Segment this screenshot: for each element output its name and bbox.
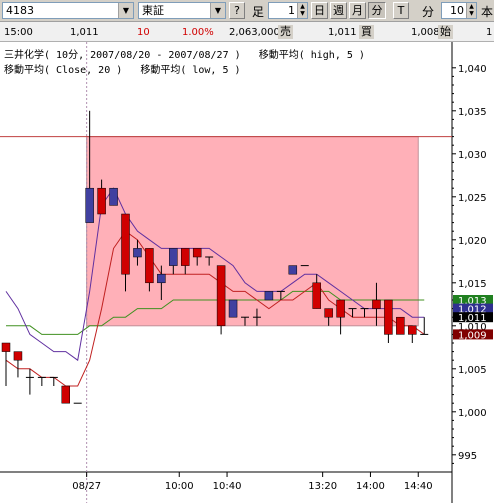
- chevron-down-icon[interactable]: ▼: [118, 3, 133, 18]
- toolbar: 4183 ▼ 東証 ▼ ? 足 1 ▲ ▼ 日 週 月 分 T 分 10 ▲ ▼ 本: [0, 0, 494, 22]
- y-tick-label: 1,040: [458, 64, 487, 75]
- candle-body: [216, 265, 226, 327]
- candle: [13, 351, 23, 378]
- book-label[interactable]: 本: [481, 3, 493, 20]
- y-tick-label: 1,005: [458, 365, 487, 376]
- candle-body: [384, 299, 393, 335]
- y-tick-label: 1,025: [458, 193, 487, 204]
- candle-body: [312, 282, 321, 309]
- candle-body: [181, 248, 190, 266]
- candle-body: [288, 265, 298, 275]
- candle-body: [264, 291, 274, 301]
- help-button[interactable]: ?: [229, 2, 245, 19]
- price-chart[interactable]: 1,040 1,035 1,030 1,025 1,020 1,015 1,010 1,005…: [0, 42, 494, 503]
- price-marker: 1,011: [453, 312, 493, 324]
- candle-body: [61, 385, 70, 404]
- market-value: 東証: [142, 4, 164, 17]
- candle-body: [121, 213, 130, 275]
- candle: [408, 325, 417, 343]
- quote-bar: 15:00 1,011 10 1.00% 2,063,000 売 1,011 買…: [0, 22, 494, 42]
- y-tick-label: 1,035: [458, 107, 487, 118]
- candle: [61, 385, 70, 404]
- candle-body: [372, 299, 381, 309]
- candle-body: [85, 187, 94, 223]
- candle-body: [1, 342, 11, 352]
- y-tick-label: 995: [458, 451, 477, 462]
- candle: [109, 187, 118, 206]
- open-price: 1: [486, 27, 493, 38]
- candle-body: [97, 187, 106, 215]
- y-tick-label: 1,000: [458, 408, 487, 419]
- minute-value: 10: [450, 4, 464, 17]
- price-marker-label: 1,009: [458, 330, 487, 341]
- buy-price: 1,008: [411, 27, 440, 38]
- price-marker: 1,009: [453, 329, 493, 341]
- candle: [384, 299, 393, 343]
- candle: [288, 265, 298, 275]
- legend-line-1: 三井化学( 10分, 2007/08/20 - 2007/08/27 ) 移動平…: [4, 50, 365, 61]
- x-tick-label: 14:40: [404, 481, 433, 492]
- candle-body: [396, 316, 405, 335]
- stock-code-combo[interactable]: 4183 ▼: [2, 2, 134, 19]
- minute-stepper[interactable]: 10 ▲ ▼: [441, 2, 477, 19]
- quote-change: 10: [137, 27, 150, 38]
- x-axis: 08/27 10:00 10:40 13:20 14:00 14:40: [72, 472, 433, 492]
- candle-body: [13, 351, 23, 361]
- spin-arrows-icon[interactable]: ▲ ▼: [466, 3, 476, 18]
- candle-body: [133, 248, 142, 258]
- candle-body: [324, 308, 333, 318]
- period-value: 1: [288, 4, 295, 17]
- ashi-label: 足: [252, 5, 265, 19]
- candle: [396, 316, 405, 335]
- chevron-down-icon[interactable]: ▼: [210, 3, 225, 18]
- minute-label: 分: [422, 5, 435, 19]
- day-button[interactable]: 日: [311, 2, 328, 19]
- quote-price: 1,011: [70, 27, 99, 38]
- x-tick-label: 13:20: [308, 481, 337, 492]
- x-tick-label: 14:00: [356, 481, 385, 492]
- month-button[interactable]: 月: [349, 2, 366, 19]
- candle-body: [336, 299, 345, 318]
- candle: [228, 299, 238, 318]
- candle: [1, 342, 11, 386]
- candle-body: [109, 187, 118, 206]
- candle-body: [228, 299, 238, 318]
- y-axis: 1,0401,0351,0301,0251,0201,0151,0101,005…: [452, 64, 493, 464]
- legend-line-2: 移動平均( Close, 20 ) 移動平均( low, 5 ): [4, 65, 241, 76]
- candle-body: [192, 248, 202, 258]
- candlestick-chart[interactable]: 1,0401,0351,0301,0251,0201,0151,0101,005…: [0, 42, 494, 503]
- highlight-zone: [86, 136, 419, 327]
- quote-change-pct: 1.00%: [182, 27, 214, 38]
- y-tick-label: 1,020: [458, 236, 487, 247]
- quote-time: 15:00: [4, 27, 33, 38]
- candle: [49, 376, 58, 386]
- price-marker-label: 1,011: [458, 313, 487, 324]
- open-label: 始: [438, 25, 453, 39]
- quote-volume: 2,063,000: [229, 27, 280, 38]
- market-combo[interactable]: 東証 ▼: [138, 2, 226, 19]
- stock-code-value: 4183: [6, 4, 34, 17]
- candle-body: [145, 248, 154, 284]
- sell-price: 1,011: [328, 27, 357, 38]
- y-tick-label: 1,015: [458, 279, 487, 290]
- tick-button[interactable]: T: [393, 2, 409, 19]
- y-tick-label: 1,030: [458, 150, 487, 161]
- candle: [216, 265, 226, 335]
- candle: [264, 291, 274, 301]
- candle: [336, 299, 345, 335]
- x-tick-label: 08/27: [72, 481, 101, 492]
- sell-label: 売: [278, 25, 293, 39]
- x-tick-label: 10:00: [165, 481, 194, 492]
- candle-body: [157, 273, 166, 284]
- candle: [37, 376, 46, 386]
- x-tick-label: 10:40: [213, 481, 242, 492]
- buy-label: 買: [359, 25, 374, 39]
- week-button[interactable]: 週: [330, 2, 347, 19]
- period-stepper[interactable]: 1 ▲ ▼: [268, 2, 308, 19]
- candle-body: [169, 248, 178, 266]
- minute-button[interactable]: 分: [368, 2, 386, 19]
- spin-arrows-icon[interactable]: ▲ ▼: [297, 3, 307, 18]
- candle-body: [408, 325, 417, 335]
- candle: [25, 368, 34, 395]
